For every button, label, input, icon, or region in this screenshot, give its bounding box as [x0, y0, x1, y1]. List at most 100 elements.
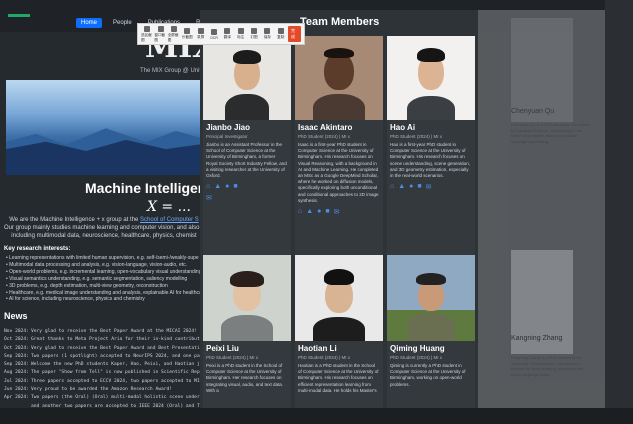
- tool-icon: [144, 25, 151, 32]
- news-date: Sep 2024:: [4, 362, 29, 368]
- news-item: Oct 2024: Great thanks to Meta Project Ar…: [4, 336, 216, 344]
- member-photo: [203, 255, 291, 341]
- green-accent-bar: [8, 14, 30, 17]
- graduation-cap-icon[interactable]: ▲: [398, 183, 405, 191]
- tool-label: OCR: [209, 35, 218, 40]
- member-links: ✉: [206, 194, 288, 202]
- toolbar-button[interactable]: 选区截图: [141, 25, 153, 43]
- member-photo: [295, 36, 383, 120]
- news-item: Aug 2024: The paper "Show from Tell" is n…: [4, 369, 216, 377]
- team-members-panel: Team Members Jianbo Jiao Principal Inves…: [200, 10, 478, 418]
- member-name: Isaac Akintaro: [298, 123, 353, 132]
- tool-label: 翻译: [223, 35, 231, 39]
- school-link[interactable]: School of Computer S: [140, 217, 199, 223]
- key-interests-list: Learning representations with limited hu…: [6, 255, 206, 303]
- member-card[interactable]: Qiming Huang PhD Student (2024) | MI x Q…: [387, 255, 475, 415]
- toolbar-button[interactable]: OCR: [208, 28, 220, 40]
- list-item: Visual semantics understanding, e.g. sem…: [6, 276, 206, 283]
- member-name: Chenyuan Qu: [511, 108, 555, 115]
- home-icon[interactable]: ⌂: [206, 183, 210, 190]
- nav-link-people[interactable]: People: [108, 18, 137, 28]
- toolbar-button[interactable]: 标注: [235, 28, 247, 40]
- tool-icon: [157, 25, 164, 32]
- taskbar: [0, 408, 633, 424]
- email-icon[interactable]: ✉: [334, 208, 340, 216]
- news-date: Sep 2024:: [4, 353, 29, 359]
- news-heading: News: [4, 311, 28, 321]
- member-card[interactable]: Isaac Akintaro PhD Student (2024) | MI x…: [295, 36, 383, 268]
- news-date: Aug 2024:: [4, 370, 29, 376]
- toolbar-button[interactable]: 复制: [275, 28, 287, 40]
- linkedin-icon[interactable]: ■: [233, 183, 237, 190]
- member-name: Hao Ai: [390, 123, 416, 132]
- tool-label: 录屏: [197, 35, 205, 39]
- tool-icon: [170, 25, 177, 32]
- news-date: Nov 2024:: [4, 329, 29, 334]
- home-icon[interactable]: ⌂: [298, 208, 302, 216]
- intro-text: We are the Machine Intelligence + x grou…: [4, 216, 211, 240]
- site-equation: X = ...: [147, 199, 191, 215]
- member-photo: [203, 36, 291, 120]
- github-icon[interactable]: ●: [409, 183, 413, 191]
- github-icon[interactable]: ●: [225, 183, 229, 190]
- toolbar-button[interactable]: 全屏截图: [167, 25, 180, 43]
- github-icon[interactable]: ●: [317, 208, 321, 216]
- home-icon[interactable]: ⌂: [390, 183, 394, 191]
- member-bio: Chenyuan Qu is a PhD student in the Scho…: [511, 122, 591, 144]
- member-name: Kangning Zhang: [511, 335, 563, 342]
- finish-button[interactable]: 完成: [287, 26, 302, 42]
- member-bio: Jianbo is an Assistant Professor in the …: [206, 142, 287, 179]
- news-date: Jun 2024:: [4, 387, 29, 393]
- tool-label: 标注: [237, 35, 245, 39]
- member-card[interactable]: Hao Ai PhD Student (2024) | MI x Hao is …: [387, 36, 475, 268]
- tool-icon: [237, 28, 244, 34]
- member-bio: Peixi is a PhD student in the School of …: [206, 363, 284, 393]
- member-card[interactable]: Peixi Liu PhD Student (2024) | MI x Peix…: [203, 255, 291, 415]
- member-links: ⌂ ▲ ● ■ ✉: [298, 208, 380, 216]
- screenshot-toolbar: 选区截图 窗口截图 全屏截图 长截图 录屏 OCR 翻译 标注 钉图 保存 复制 完成: [137, 23, 305, 45]
- toolbar-button[interactable]: 保存: [261, 28, 273, 40]
- member-role: PhD Student (2024) | MI x: [206, 355, 258, 360]
- linkedin-icon[interactable]: ■: [417, 183, 421, 191]
- graduation-cap-icon[interactable]: ▲: [306, 208, 313, 216]
- linkedin-icon[interactable]: ■: [325, 208, 329, 216]
- toolbar-button[interactable]: 录屏: [194, 28, 206, 40]
- list-item: Learning representations with limited hu…: [6, 255, 206, 262]
- member-role: PhD Student (2024) | MI x: [390, 355, 442, 360]
- nav-link-home[interactable]: Home: [76, 18, 103, 28]
- list-item: Healthcare, e.g. medical image understan…: [6, 290, 206, 297]
- member-card[interactable]: Jianbo Jiao Principal Investigator Jianb…: [203, 36, 291, 268]
- member-links: ⌂ ▲ ● ■: [206, 183, 288, 190]
- toolbar-button[interactable]: 窗口截图: [154, 25, 166, 43]
- member-bio: Haotian is a PhD student in the School o…: [298, 363, 379, 393]
- toolbar-button[interactable]: 钉图: [248, 28, 260, 40]
- news-item: Sep 2024: Two papers (1 spotlight) accept…: [4, 353, 216, 361]
- member-photo: [511, 18, 573, 122]
- news-text: Great thanks to Meta Project Aria for th…: [31, 337, 214, 343]
- member-bio: Qiming is currently a PhD student in Com…: [390, 363, 466, 387]
- email-icon[interactable]: ✉: [206, 194, 212, 202]
- email-icon[interactable]: ✉: [426, 183, 432, 191]
- member-name: Haotian Li: [298, 344, 337, 353]
- tool-icon: [210, 28, 217, 35]
- mountain-banner-image: [6, 80, 206, 175]
- member-bio: Hao is a first-year PhD student in Compu…: [390, 142, 471, 179]
- member-card[interactable]: Haotian Li PhD Student (2024) | MI x Hao…: [295, 255, 383, 415]
- news-text: Welcome the new PhD students Kaper, Hao,…: [31, 362, 217, 368]
- member-name: Qiming Huang: [390, 344, 445, 353]
- member-role: PhD Student (2024) | MI x: [298, 134, 350, 139]
- news-item: Jun 2024: Very proud to be awarded the Am…: [4, 386, 216, 394]
- tool-icon: [251, 28, 258, 34]
- tool-icon: [197, 28, 204, 34]
- member-role: PhD Student (2024) | MI x: [298, 355, 350, 360]
- member-bio: Isaac is a first-year PhD student in Com…: [298, 142, 379, 203]
- screen: Home People Publications Research MIX Th…: [0, 0, 633, 424]
- tool-label: 全屏截图: [167, 32, 179, 42]
- toolbar-button[interactable]: 长截图: [181, 28, 193, 40]
- list-item: Multimodal data processing and analysis,…: [6, 262, 206, 269]
- news-text: Very proud to be awarded the Amazon Rese…: [31, 387, 173, 393]
- member-role: Principal Investigator: [206, 134, 248, 139]
- graduation-cap-icon[interactable]: ▲: [214, 183, 221, 190]
- toolbar-button[interactable]: 翻译: [221, 28, 233, 40]
- tool-label: 长截图: [181, 35, 193, 39]
